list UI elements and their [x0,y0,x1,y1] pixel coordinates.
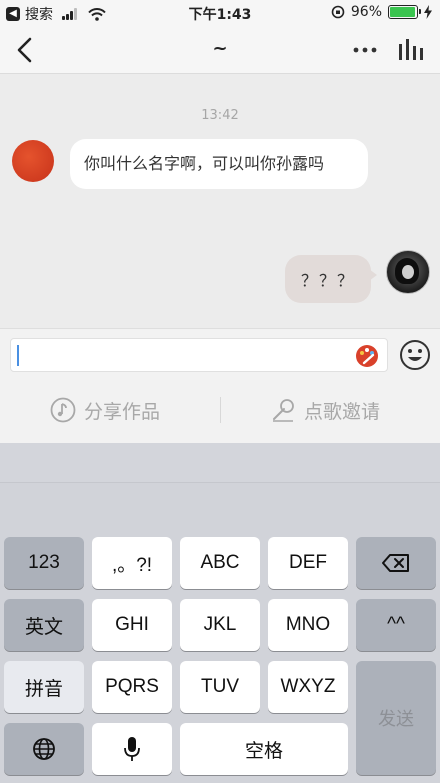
battery-fill [390,7,415,17]
share-work-label: 分享作品 [84,400,161,423]
chat-area[interactable]: 13:42 你叫什么名字啊，可以叫你孙露吗 ？？？ [0,75,440,328]
key-ghi[interactable]: GHI [92,599,172,651]
battery-icon [388,5,421,19]
key-abc[interactable]: ABC [180,537,260,589]
chevron-left-icon[interactable] [10,34,42,66]
voice-key[interactable] [92,723,172,775]
backspace-key[interactable] [356,537,436,589]
backspace-icon [382,554,409,572]
key-pinyin[interactable]: 拼音 [4,661,84,713]
back-to-app-icon[interactable]: ◀ [6,7,20,21]
message-input[interactable] [10,338,388,372]
palette-icon[interactable] [355,344,379,368]
composer: 分享作品 点歌邀请 [0,328,440,443]
nav-bar: ~ [0,26,440,74]
keyboard: 123 ,。?! ABC DEF 英文 GHI JKL MNO ^^ 拼音 PQ… [0,443,440,783]
more-dots-icon[interactable] [350,36,380,64]
status-bar: ◀ 搜索 下午1:43 96% [0,0,440,26]
space-key[interactable]: 空格 [180,723,348,775]
divider [220,397,221,423]
message-timestamp: 13:42 [201,108,239,123]
text-caret [17,345,19,366]
avatar[interactable] [386,250,430,294]
candidate-bar [0,443,440,483]
share-work-button[interactable]: 分享作品 [50,393,160,427]
wifi-icon [88,7,106,21]
globe-key[interactable] [4,723,84,775]
battery-percent: 96% [350,4,382,20]
key-pqrs[interactable]: PQRS [92,661,172,713]
smiley-icon[interactable] [399,339,431,371]
key-jkl[interactable]: JKL [180,599,260,651]
key-tuv[interactable]: TUV [180,661,260,713]
status-left: ◀ 搜索 [6,4,106,24]
back-app-label[interactable]: 搜索 [25,4,53,24]
message-bubble-outgoing[interactable]: ？？？ [285,255,377,303]
signal-icon [62,8,77,20]
bar-chart-icon[interactable] [396,36,426,64]
key-english[interactable]: 英文 [4,599,84,651]
send-key[interactable]: 发送 [356,661,436,775]
key-mno[interactable]: MNO [268,599,348,651]
song-invite-label: 点歌邀请 [304,400,381,423]
message-bubble-incoming[interactable]: 你叫什么名字啊，可以叫你孙露吗 [70,139,368,189]
globe-icon [33,738,55,760]
key-wxyz[interactable]: WXYZ [268,661,348,713]
avatar[interactable] [12,140,54,182]
key-numbers[interactable]: 123 [4,537,84,589]
status-right: 96% [331,4,432,20]
charging-bolt-icon [424,5,432,19]
music-note-icon [50,397,76,423]
key-def[interactable]: DEF [268,537,348,589]
microphone-icon [124,737,140,761]
microphone-pen-icon [273,399,294,422]
rotation-lock-icon [331,5,345,19]
song-invite-button[interactable]: 点歌邀请 [270,393,380,427]
key-emoticon[interactable]: ^^ [356,599,436,651]
key-punctuation[interactable]: ,。?! [92,537,172,589]
